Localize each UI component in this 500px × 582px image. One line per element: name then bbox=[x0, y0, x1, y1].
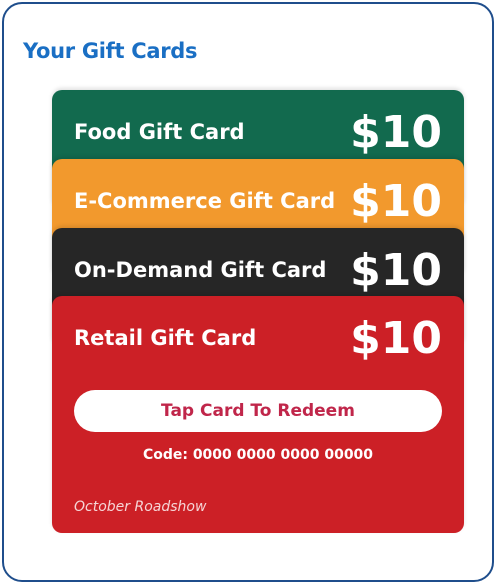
card-name: E-Commerce Gift Card bbox=[74, 189, 336, 213]
card-amount: $10 bbox=[350, 313, 442, 364]
card-amount: $10 bbox=[350, 107, 442, 158]
card-amount: $10 bbox=[350, 176, 442, 227]
card-name: Retail Gift Card bbox=[74, 326, 257, 350]
page-title: Your Gift Cards bbox=[23, 39, 198, 63]
gift-card-retail[interactable]: Retail Gift Card $10 Tap Card To Redeem … bbox=[52, 296, 464, 533]
card-amount: $10 bbox=[350, 245, 442, 296]
card-name: On-Demand Gift Card bbox=[74, 258, 327, 282]
card-code: Code: 0000 0000 0000 00000 bbox=[142, 447, 374, 463]
card-name: Food Gift Card bbox=[74, 120, 245, 144]
event-label: October Roadshow bbox=[74, 499, 207, 515]
redeem-button[interactable]: Tap Card To Redeem bbox=[74, 390, 442, 432]
gift-cards-panel: Your Gift Cards Food Gift Card $10 E-Com… bbox=[2, 2, 494, 582]
